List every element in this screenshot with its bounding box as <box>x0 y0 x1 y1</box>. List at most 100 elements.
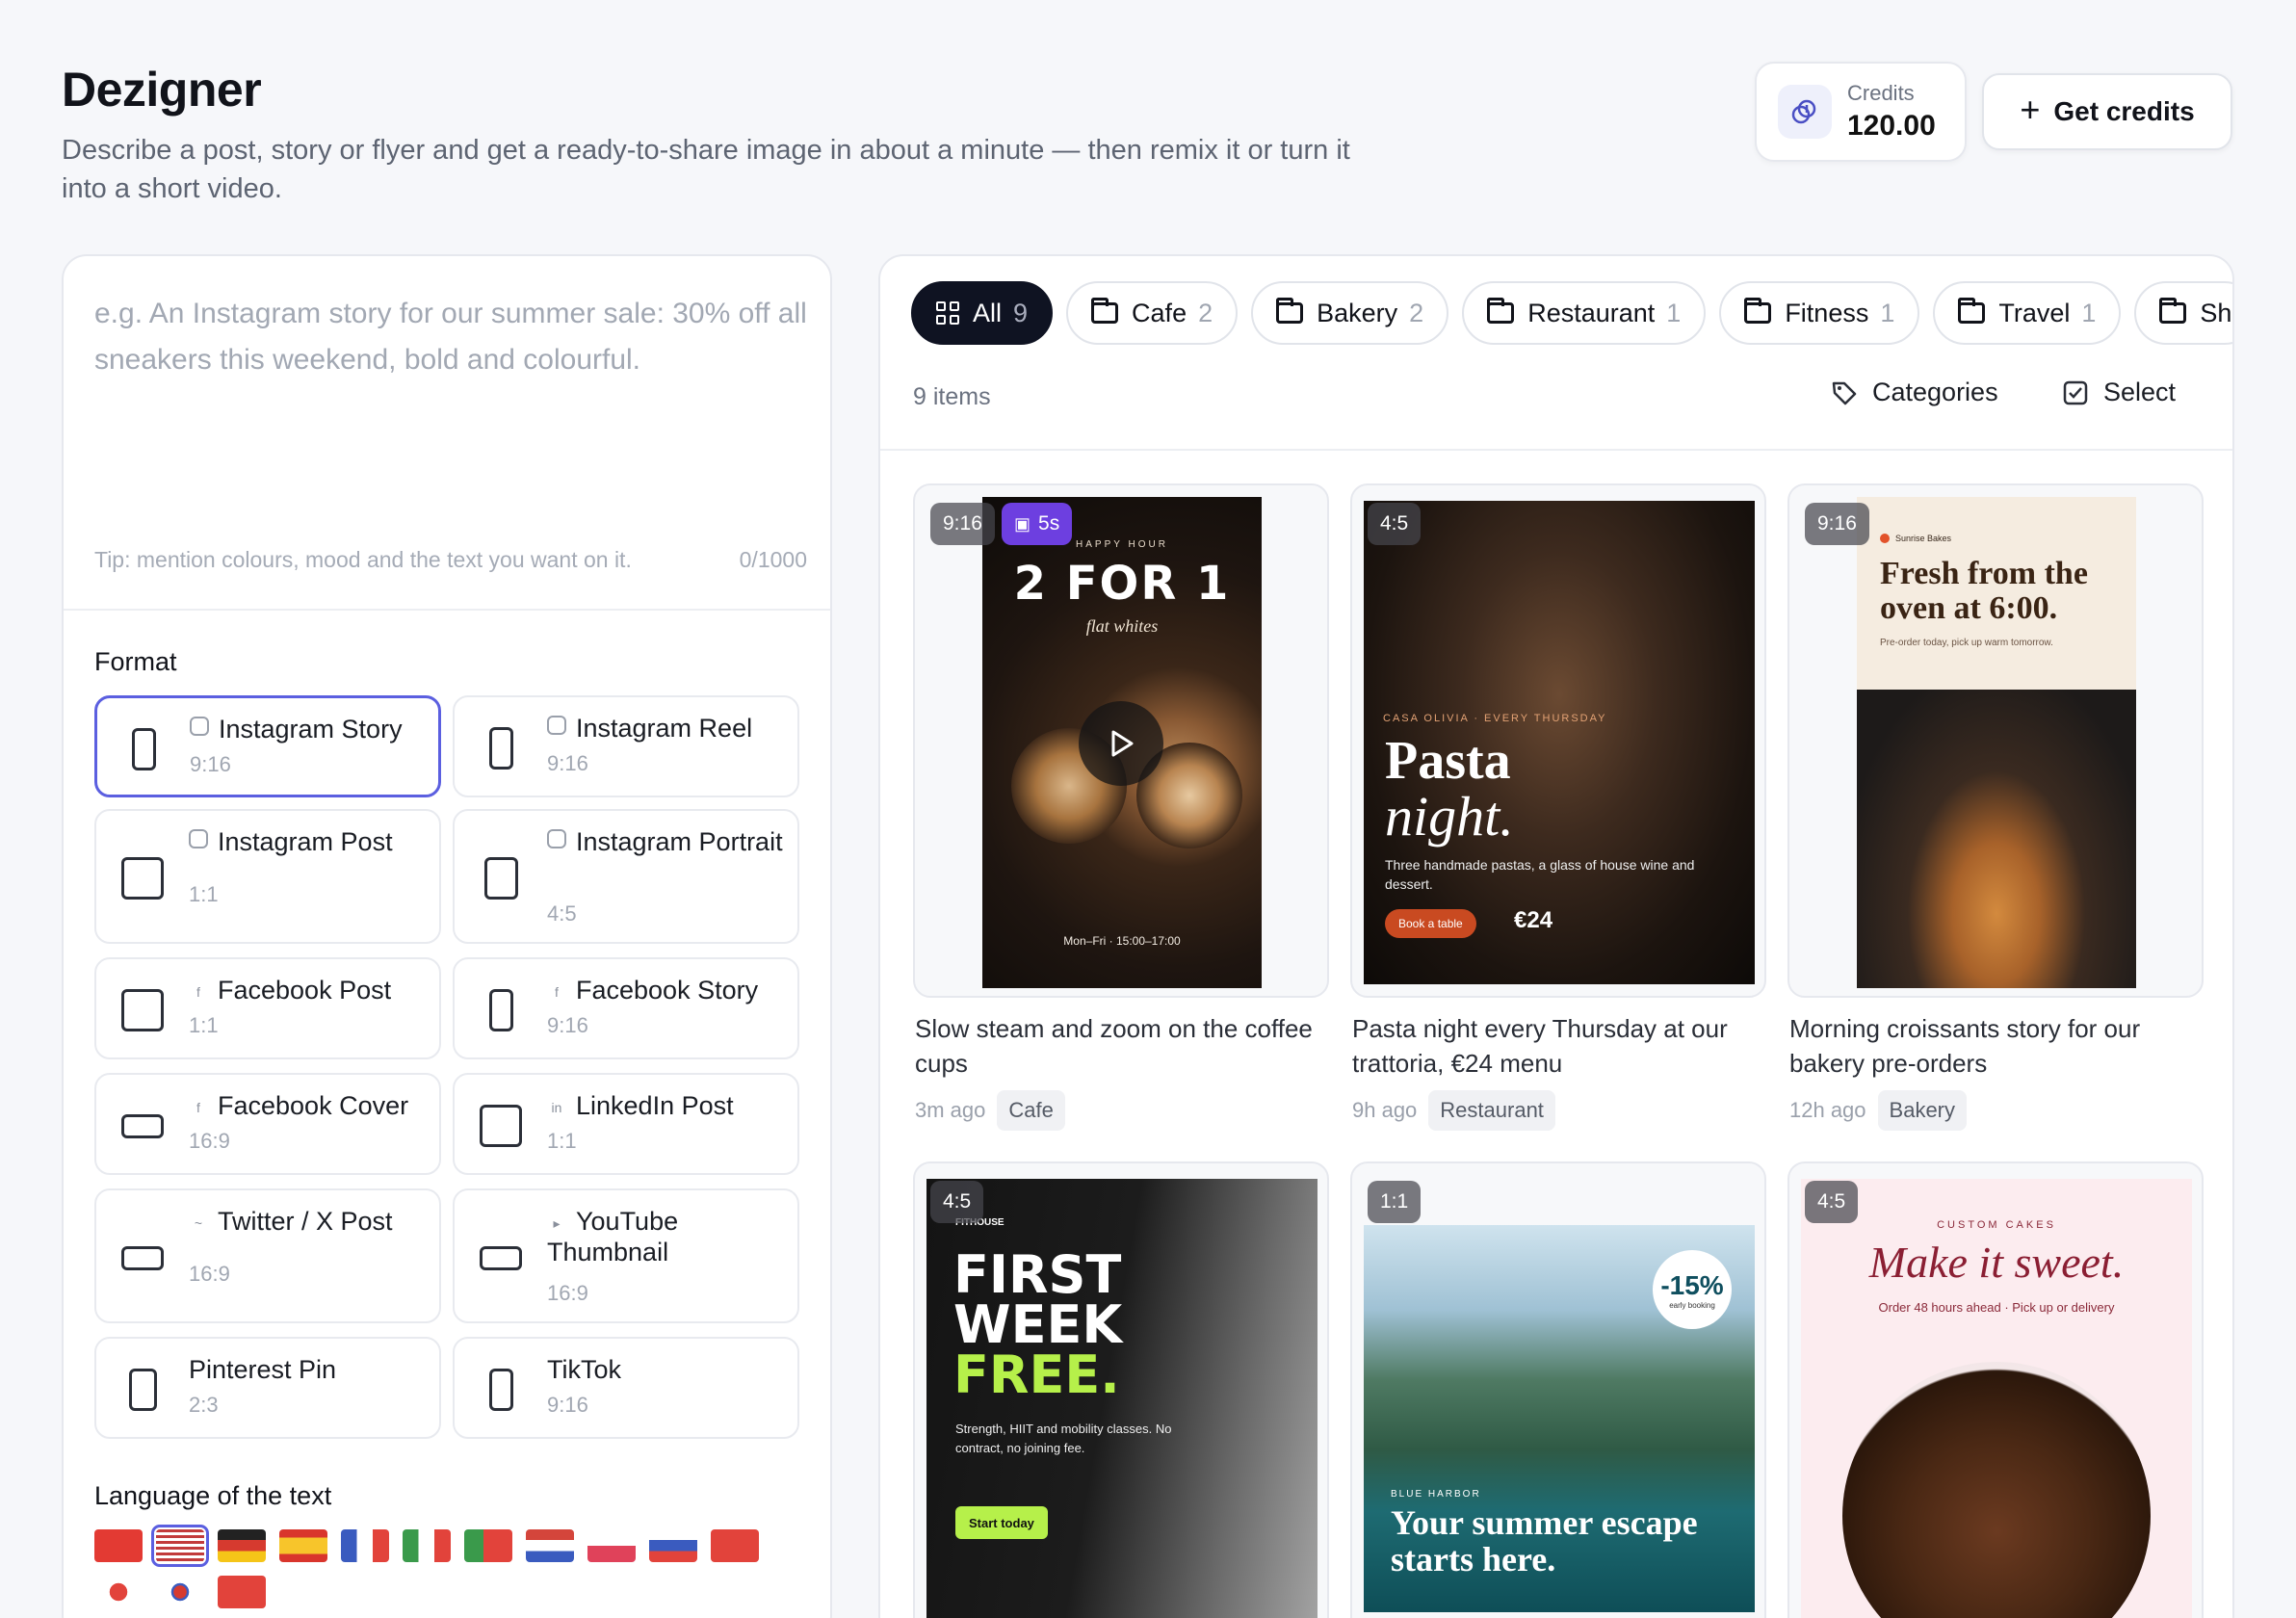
grid-cell <box>950 301 959 311</box>
chip-fitness[interactable]: Fitness 1 <box>1719 281 1920 345</box>
card-image-pasta: CASA OLIVIA · EVERY THURSDAY Pasta night… <box>1364 501 1755 984</box>
flag-german[interactable] <box>218 1529 266 1562</box>
format-option-facebook-post[interactable]: f Facebook Post 1:1 <box>94 957 441 1059</box>
format-ratio: 4:5 <box>547 901 577 926</box>
flag-french[interactable] <box>341 1529 389 1562</box>
flag-portuguese[interactable] <box>464 1529 512 1562</box>
format-name: Instagram Reel <box>547 713 788 744</box>
page-title: Dezigner <box>62 63 262 117</box>
format-option-instagram-post[interactable]: Instagram Post 1:1 <box>94 809 441 944</box>
format-option-facebook-cover[interactable]: f Facebook Cover 16:9 <box>94 1073 441 1175</box>
art-footer: Mon–Fri · 15:00–17:00 <box>1063 934 1181 948</box>
format-option-linkedin-post[interactable]: in LinkedIn Post 1:1 <box>453 1073 799 1175</box>
art-cta: Start today <box>955 1506 1048 1539</box>
gallery-card[interactable]: Sunrise Bakes Fresh from the oven at 6:0… <box>1787 483 2204 998</box>
instagram-icon <box>547 829 566 848</box>
chip-sh[interactable]: Sh <box>2134 281 2232 345</box>
ratio-badge: 1:1 <box>1368 1181 1422 1223</box>
format-ratio: 1:1 <box>189 1013 219 1037</box>
flag-spanish[interactable] <box>279 1529 327 1562</box>
gallery-card[interactable]: CASA OLIVIA · EVERY THURSDAY Pasta night… <box>1350 483 1766 998</box>
chip-count: 9 <box>1013 298 1029 327</box>
format-name-label: LinkedIn Post <box>576 1091 734 1120</box>
art-subtitle: Order 48 hours ahead · Pick up or delive… <box>1878 1300 2115 1315</box>
format-option-facebook-story[interactable]: f Facebook Story 9:16 <box>453 957 799 1059</box>
play-button[interactable] <box>1079 701 1163 786</box>
chip-restaurant[interactable]: Restaurant 1 <box>1462 281 1707 345</box>
format-name-label: Twitter / X Post <box>218 1207 393 1236</box>
art-subtitle: Pre-order today, pick up warm tomorrow. <box>1880 638 2053 648</box>
ratio-badge: 4:5 <box>1805 1181 1859 1223</box>
croissant-photo <box>1857 690 2136 988</box>
format-ratio: 9:16 <box>190 752 231 776</box>
flag-russian[interactable] <box>649 1529 697 1562</box>
format-name-label: YouTube Thumbnail <box>547 1207 679 1266</box>
art-headline: Your summer escape starts here. <box>1391 1503 1698 1579</box>
format-ratio: 9:16 <box>547 1013 588 1037</box>
flag-dutch[interactable] <box>526 1529 574 1562</box>
format-name: ▸ YouTube Thumbnail <box>547 1206 788 1267</box>
art-price: €24 <box>1514 907 1553 933</box>
flag-albanian[interactable] <box>94 1529 143 1562</box>
card-image-cake: CUSTOM CAKES Make it sweet. Order 48 hou… <box>1801 1179 2192 1618</box>
format-option-instagram-story[interactable]: Instagram Story 9:16 <box>94 695 441 797</box>
twitter-icon: ~ <box>194 1215 203 1231</box>
aspect-ratio-icon <box>480 1245 522 1270</box>
card-category-tag[interactable]: Restaurant <box>1428 1090 1555 1131</box>
chip-all[interactable]: All 9 <box>911 281 1054 345</box>
gallery-card[interactable]: CUSTOM CAKES Make it sweet. Order 48 hou… <box>1787 1161 2204 1618</box>
flag-english-us-[interactable] <box>151 1525 209 1567</box>
format-option-instagram-portrait[interactable]: Instagram Portrait 4:5 <box>453 809 799 944</box>
aspect-ratio-icon <box>121 857 164 900</box>
aspect-ratio-icon <box>121 1245 164 1270</box>
flag-italian[interactable] <box>403 1529 451 1562</box>
get-credits-label: Get credits <box>2053 96 2195 126</box>
categories-label: Categories <box>1872 378 1998 406</box>
card-meta: 3m ago Cafe <box>915 1090 1065 1131</box>
format-option-tiktok[interactable]: TikTok 9:16 <box>453 1337 799 1439</box>
gallery-card[interactable]: -15% early booking BLUE HARBOR Your summ… <box>1350 1161 1766 1618</box>
categories-button[interactable]: Categories <box>1830 378 1998 407</box>
art-brand: Sunrise Bakes <box>1880 534 1951 543</box>
format-option-youtube-thumbnail[interactable]: ▸ YouTube Thumbnail 16:9 <box>453 1188 799 1323</box>
video-duration-badge: ▣ 5s <box>1002 503 1073 545</box>
art-headline: Make it sweet. <box>1868 1238 2125 1287</box>
format-option-instagram-reel[interactable]: Instagram Reel 9:16 <box>453 695 799 797</box>
flag-turkish[interactable] <box>218 1576 266 1608</box>
card-category-tag[interactable]: Cafe <box>997 1090 1065 1131</box>
instagram-icon <box>547 716 566 735</box>
format-name: f Facebook Story <box>547 975 788 1005</box>
format-ratio: 2:3 <box>189 1393 219 1417</box>
facebook-icon: f <box>555 984 559 1000</box>
card-meta: 12h ago Bakery <box>1789 1090 1968 1131</box>
card-image-croissant: Sunrise Bakes Fresh from the oven at 6:0… <box>1857 497 2136 988</box>
format-name: in LinkedIn Post <box>547 1090 788 1121</box>
grid-icon <box>936 301 959 325</box>
format-option-pinterest-pin[interactable]: Pinterest Pin 2:3 <box>94 1337 441 1439</box>
card-image-travel: -15% early booking BLUE HARBOR Your summ… <box>1364 1225 1755 1612</box>
format-option-twitter-x-post[interactable]: ~ Twitter / X Post 16:9 <box>94 1188 441 1323</box>
card-category-tag[interactable]: Bakery <box>1877 1090 1968 1131</box>
gallery-card[interactable]: HAPPY HOUR 2 FOR 1 flat whites Mon–Fri ·… <box>913 483 1329 998</box>
plus-icon: + <box>2020 90 2041 129</box>
format-name: Instagram Story <box>190 714 430 744</box>
flag-japanese[interactable] <box>94 1576 143 1608</box>
chip-label: Travel <box>1998 298 2071 327</box>
aspect-ratio-icon <box>121 989 164 1031</box>
chip-cafe[interactable]: Cafe 2 <box>1066 281 1239 345</box>
get-credits-button[interactable]: + Get credits <box>1982 73 2232 150</box>
prompt-textarea[interactable]: e.g. An Instagram story for our summer s… <box>94 291 807 383</box>
flag-korean[interactable] <box>156 1576 204 1608</box>
prompt-tip: Tip: mention colours, mood and the text … <box>94 547 632 572</box>
credits-balance[interactable]: Credits 120.00 <box>1755 62 1967 162</box>
flag-chinese[interactable] <box>711 1529 759 1562</box>
gallery-card[interactable]: FITHOUSE FIRST WEEK FREE. Strength, HIIT… <box>913 1161 1329 1618</box>
folder-icon <box>1487 298 1515 324</box>
aspect-ratio-icon <box>131 728 156 770</box>
chip-bakery[interactable]: Bakery 2 <box>1251 281 1449 345</box>
flag-polish[interactable] <box>587 1529 636 1562</box>
select-button[interactable]: Select <box>2061 378 2176 407</box>
facebook-icon: f <box>196 1100 200 1115</box>
art-headline: Fresh from the oven at 6:00. <box>1880 556 2088 626</box>
chip-travel[interactable]: Travel 1 <box>1933 281 2122 345</box>
